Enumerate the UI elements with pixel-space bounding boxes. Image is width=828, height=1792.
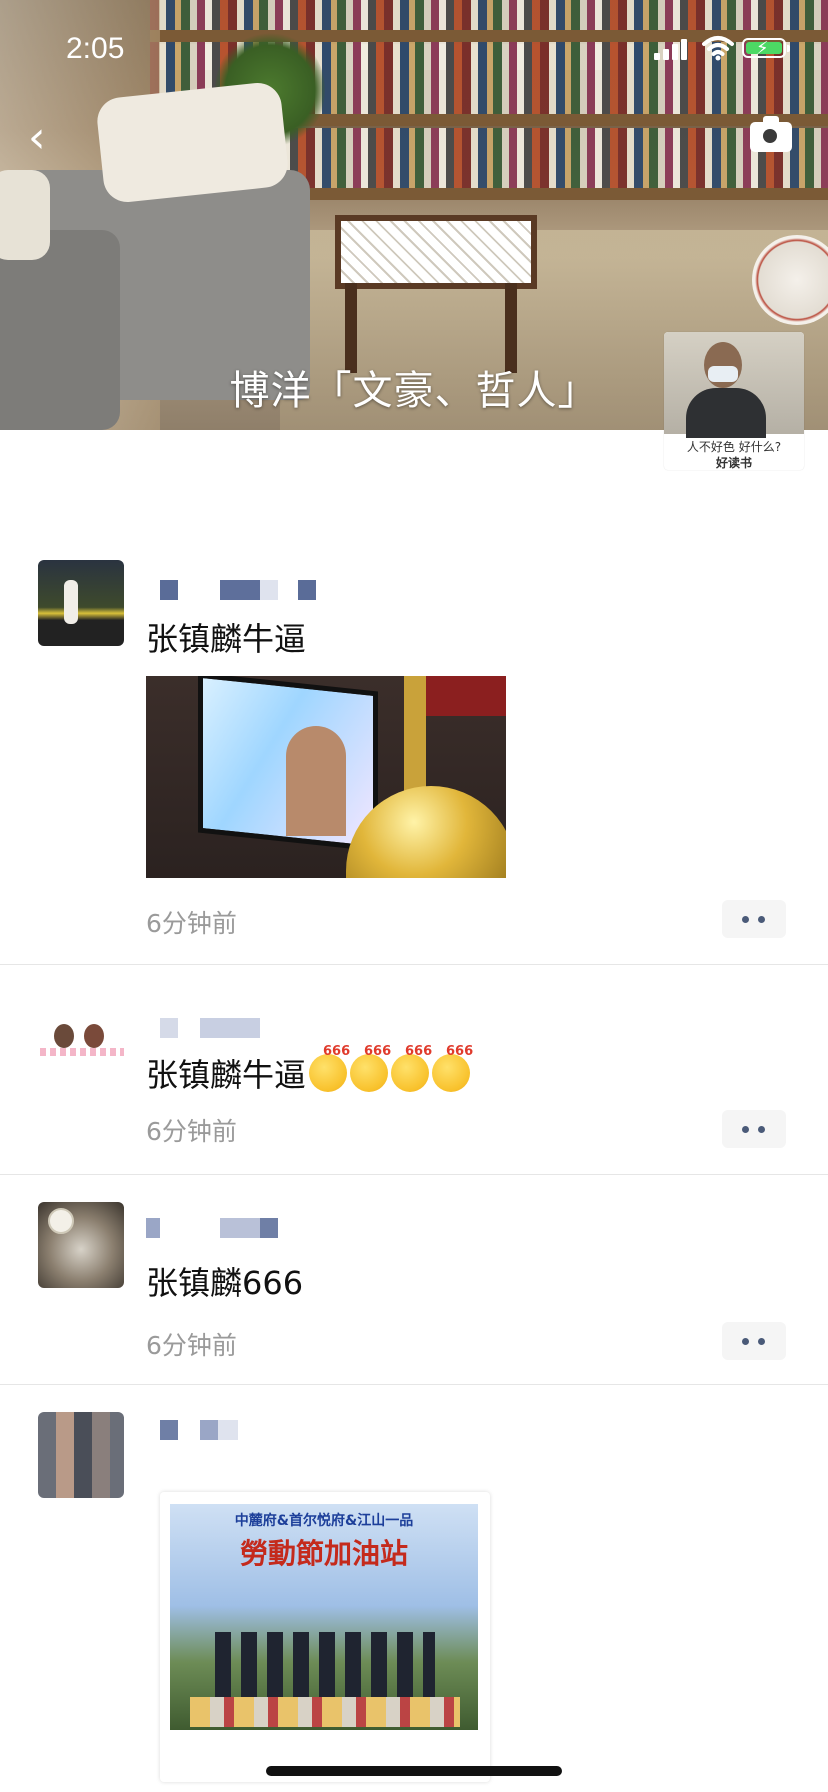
battery-icon: ⚡: [742, 38, 790, 59]
post-text-content: 张镇麟牛逼: [146, 1056, 307, 1094]
avatar-caption: 好读书: [715, 456, 752, 470]
status-time: 2:05: [66, 32, 125, 65]
home-indicator[interactable]: [266, 1766, 562, 1776]
divider: [0, 1384, 828, 1385]
wifi-icon: [702, 36, 734, 61]
flyer-goods: [190, 1697, 460, 1727]
post-time: 6分钟前: [146, 1331, 237, 1360]
camera-icon[interactable]: [750, 116, 792, 152]
flyer-heading: 中麓府&首尔悦府&江山一品: [234, 1513, 414, 1529]
avatar-body: [686, 388, 766, 438]
post-time: 6分钟前: [146, 1117, 237, 1146]
pillow: [95, 80, 290, 205]
coffee-table: [335, 215, 537, 289]
divider: [0, 964, 828, 965]
avatar[interactable]: [38, 1412, 124, 1498]
more-dots-icon[interactable]: [722, 1322, 786, 1360]
status-bar: 2:05 ⚡: [0, 28, 828, 68]
avatar-mask: [708, 366, 738, 382]
avatar[interactable]: [38, 560, 124, 646]
post-text: 张镇麟牛逼: [146, 1044, 473, 1096]
profile-avatar[interactable]: 人不好色 好什么? 好读书: [664, 332, 804, 470]
emoji-666-icon: [350, 1044, 391, 1092]
back-arrow-icon[interactable]: ‹: [28, 116, 68, 160]
post-image[interactable]: 中麓府&首尔悦府&江山一品 勞動節加油站: [160, 1492, 490, 1782]
avatar[interactable]: [38, 1202, 124, 1288]
more-dots-icon[interactable]: [722, 1110, 786, 1148]
flyer-title: 勞動節加油站: [239, 1537, 408, 1570]
pillow: [0, 170, 50, 260]
signal-icon: [654, 38, 692, 60]
avatar[interactable]: [38, 1006, 124, 1092]
avatar-caption: 人不好色 好什么?: [686, 440, 782, 454]
emoji-666-icon: [309, 1044, 350, 1092]
more-dots-icon[interactable]: [722, 900, 786, 938]
post-text: 张镇麟牛逼: [146, 620, 307, 658]
post-time: 6分钟前: [146, 909, 237, 938]
post-text: 张镇麟666: [146, 1264, 304, 1302]
emoji-666-icon: [432, 1044, 473, 1092]
divider: [0, 1174, 828, 1175]
emoji-666-icon: [391, 1044, 432, 1092]
post-image[interactable]: [146, 676, 506, 878]
